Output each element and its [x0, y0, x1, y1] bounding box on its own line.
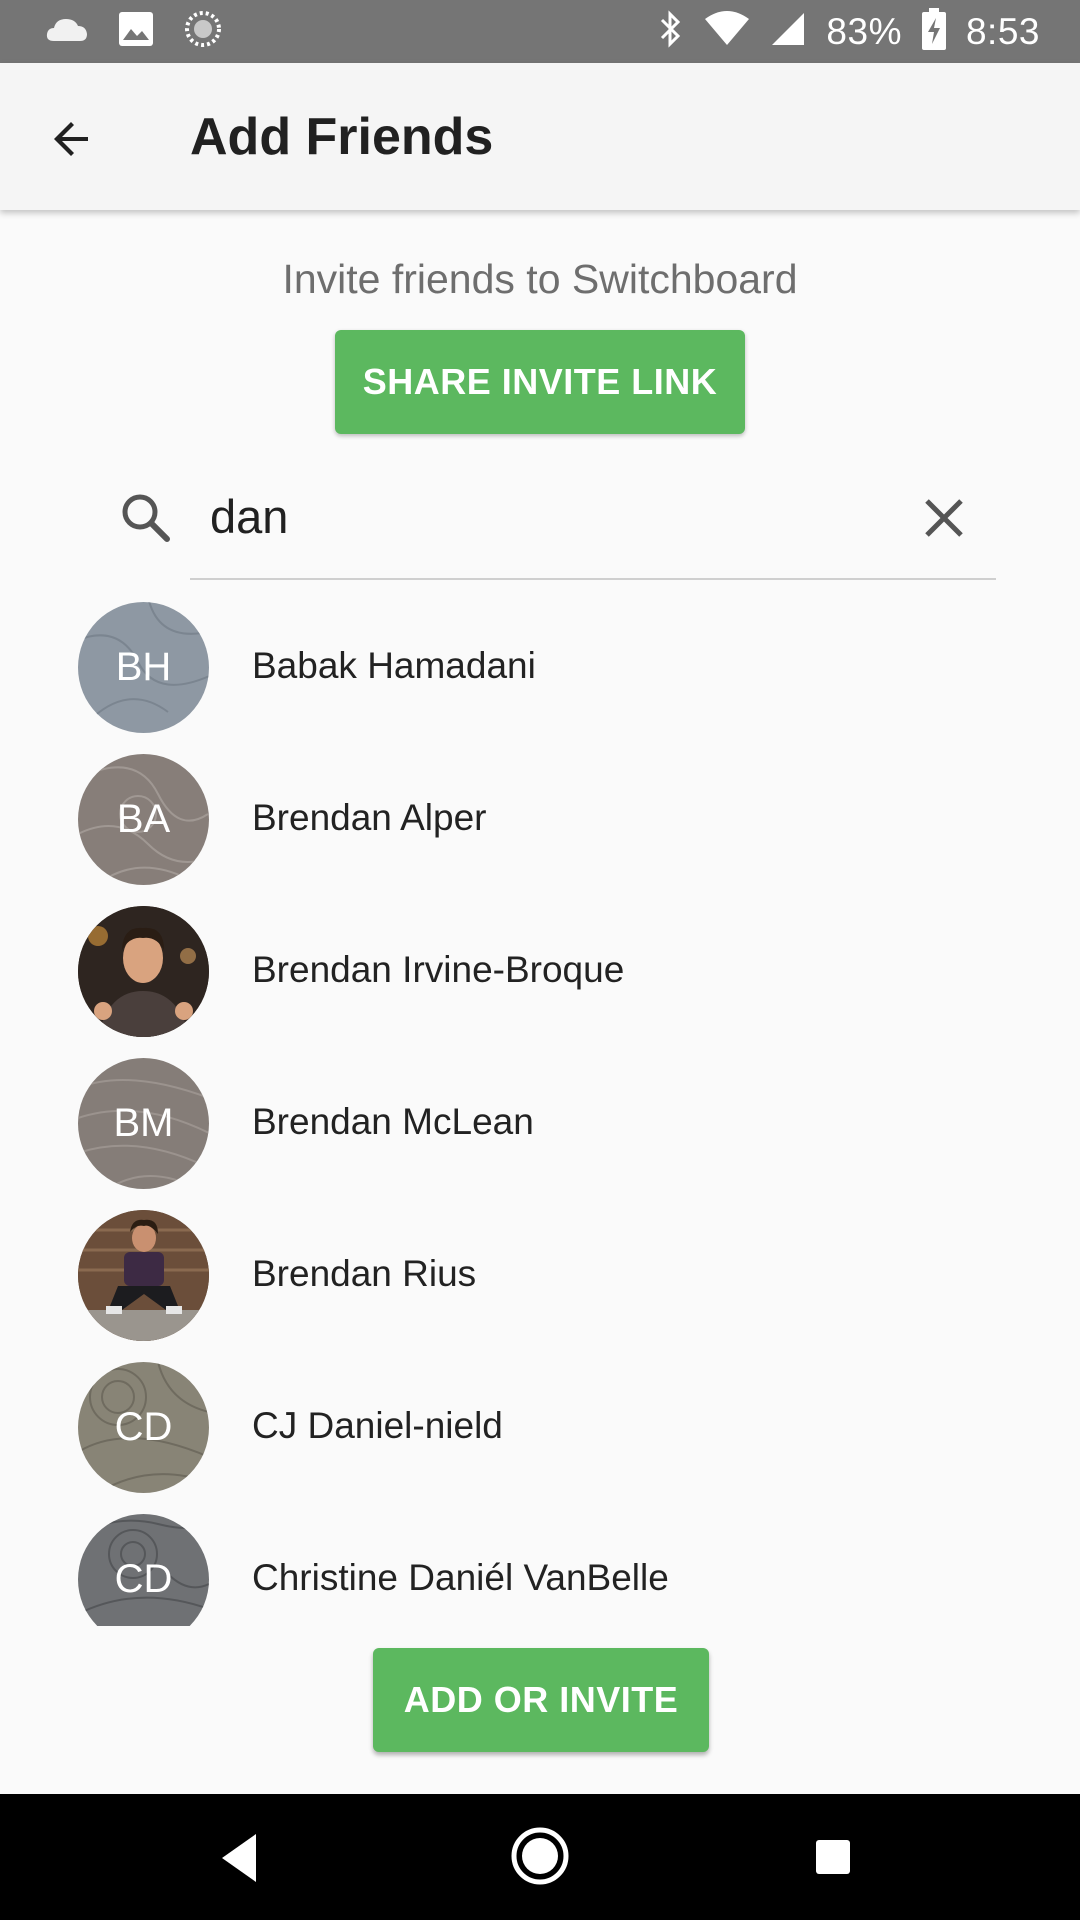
avatar: CD — [78, 1514, 209, 1626]
app-bar: Add Friends — [0, 63, 1080, 210]
list-item[interactable]: BM Brendan McLean — [0, 1056, 1080, 1208]
avatar: BA — [78, 754, 209, 885]
arrow-back-icon — [54, 122, 88, 156]
bluetooth-icon — [658, 10, 684, 53]
nav-back-icon[interactable] — [210, 1830, 270, 1886]
avatar-photo — [78, 906, 209, 1037]
invite-caption: Invite friends to Switchboard — [282, 256, 798, 302]
contact-name: Brendan Rius — [252, 1253, 477, 1294]
battery-charging-icon — [921, 8, 946, 55]
avatar: BH — [78, 602, 209, 733]
avatar: BM — [78, 1058, 209, 1189]
sync-icon — [184, 10, 222, 53]
contact-name: Brendan McLean — [252, 1101, 534, 1142]
clock: 8:53 — [965, 10, 1040, 52]
list-item[interactable]: CD Christine Daniél VanBelle — [0, 1512, 1080, 1626]
list-item[interactable]: Brendan Irvine-Broque — [0, 904, 1080, 1056]
page-title: Add Friends — [190, 108, 494, 166]
nav-home-icon[interactable] — [508, 1824, 572, 1888]
list-item[interactable]: BH Babak Hamadani — [0, 600, 1080, 752]
system-nav-bar — [0, 1794, 1080, 1920]
cloud-icon — [46, 15, 88, 48]
list-item[interactable]: BA Brendan Alper — [0, 752, 1080, 904]
close-icon — [925, 499, 963, 537]
status-bar: 83% 8:53 — [0, 0, 1080, 63]
nav-recents-icon[interactable] — [806, 1830, 862, 1886]
list-item[interactable]: CD CJ Daniel-nield — [0, 1360, 1080, 1512]
list-item[interactable]: Brendan Rius — [0, 1208, 1080, 1360]
search-input[interactable] — [190, 486, 890, 546]
contact-name: CJ Daniel-nield — [252, 1405, 503, 1446]
avatar: CD — [78, 1362, 209, 1493]
clear-search-button[interactable] — [916, 490, 972, 546]
add-or-invite-button[interactable]: ADD OR INVITE — [373, 1648, 709, 1752]
search-icon — [118, 490, 174, 546]
search-underline — [190, 578, 996, 580]
contact-name: Babak Hamadani — [252, 645, 536, 686]
contact-name: Christine Daniél VanBelle — [252, 1557, 669, 1598]
contact-list[interactable]: BH Babak Hamadani BA Brendan Alper Brend… — [0, 600, 1080, 1626]
contact-name: Brendan Alper — [252, 797, 487, 838]
back-button[interactable] — [40, 107, 104, 171]
wifi-icon — [704, 11, 750, 52]
contact-name: Brendan Irvine-Broque — [252, 949, 625, 990]
signal-icon — [770, 11, 806, 52]
avatar-photo — [78, 1210, 209, 1341]
battery-percent: 83% — [826, 10, 902, 52]
image-icon — [118, 11, 154, 52]
share-invite-link-button[interactable]: SHARE INVITE LINK — [335, 330, 745, 434]
